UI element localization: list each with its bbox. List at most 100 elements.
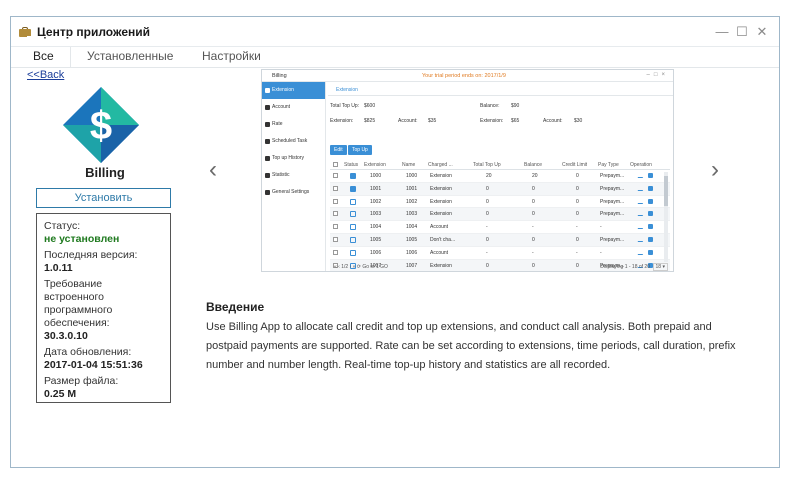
preview-cell-balance: -	[532, 224, 534, 231]
preview-sidebar-label: Scheduled Task	[272, 138, 308, 144]
preview-cell-name: 1004	[406, 224, 418, 231]
app-center-window: Центр приложений — ☐ ✕ Все Установленные…	[10, 16, 780, 468]
preview-row-checkbox	[333, 211, 338, 217]
delete-icon	[648, 211, 653, 217]
edit-icon	[637, 185, 646, 191]
app-screenshot-preview: Billing Your trial period ends on: 2017/…	[261, 69, 674, 272]
preview-account-value: $35	[428, 118, 437, 124]
preview-table-row: 1005 1005 Don't cha... 0 0 0 Prepaym...	[330, 233, 670, 247]
preview-cell-charged: Extension	[430, 185, 452, 192]
active-tab-indicator	[27, 36, 69, 37]
preview-cell-charged: Account	[430, 224, 449, 231]
briefcase-icon	[19, 26, 31, 37]
preview-sidebar-label: Account	[272, 104, 291, 110]
delete-icon	[648, 185, 653, 191]
preview-cell-extension: 1000	[370, 173, 382, 179]
preview-trial-notice: Your trial period ends on: 2017/1/9	[422, 73, 506, 79]
preview-extension-label: Extension:	[330, 118, 354, 124]
preview-scrollbar	[664, 172, 668, 262]
preview-titlebar: Billing Your trial period ends on: 2017/…	[262, 70, 673, 82]
tab-installed[interactable]: Установленные	[87, 47, 173, 65]
tab-settings[interactable]: Настройки	[202, 47, 261, 65]
app-info-panel: Статус: не установлен Последняя версия: …	[36, 213, 171, 403]
preview-cell-charged: Extension	[430, 173, 452, 179]
preview-col-balance: Balance	[524, 162, 543, 168]
preview-col-name: Name	[402, 162, 416, 168]
preview-row-checkbox	[333, 185, 338, 191]
lock-open-icon	[350, 198, 356, 205]
chart-icon	[265, 173, 270, 178]
lock-open-icon	[350, 224, 356, 231]
billing-dollar-icon: $	[63, 87, 139, 163]
preview-window-controls: –□×	[646, 72, 669, 78]
preview-table-row: 1002 1002 Extension 0 0 0 Prepaym...	[330, 196, 670, 209]
maximize-icon[interactable]: ☐	[735, 24, 749, 39]
minimize-icon[interactable]: —	[715, 24, 729, 39]
preview-header-checkbox	[333, 162, 338, 167]
back-link[interactable]: <<Back	[27, 69, 64, 81]
next-screenshot-arrow[interactable]: ›	[711, 158, 719, 182]
preview-table-footer: « ‹ 1/2 › » ⟳ Go to 1 GO Displaying 1 - …	[330, 263, 670, 271]
preview-tab-line	[328, 95, 673, 96]
preview-row-checkbox	[333, 224, 338, 230]
delete-icon	[648, 249, 653, 255]
file-size-value: 0.25 M	[44, 388, 77, 400]
update-date-label: Дата обновления:	[44, 346, 132, 358]
preview-cell-total-top-up: -	[486, 249, 488, 256]
app-name: Billing	[85, 165, 125, 180]
preview-extension-value-2: $65	[511, 118, 520, 124]
preview-col-status: Status	[344, 162, 359, 168]
preview-cell-extension: 1006	[370, 249, 382, 256]
title-bar: Центр приложений — ☐ ✕	[11, 17, 779, 47]
preview-topup-button: Top Up	[348, 145, 372, 155]
preview-cell-credit-limit: 0	[576, 211, 579, 218]
prev-screenshot-arrow[interactable]: ‹	[209, 158, 217, 182]
lock-open-icon	[350, 211, 356, 218]
preview-cell-balance: 0	[532, 211, 535, 218]
preview-table-row: 1000 1000 Extension 20 20 0 Prepaym...	[330, 170, 670, 183]
preview-cell-name: 1002	[406, 198, 418, 205]
latest-version-label: Последняя версия:	[44, 249, 138, 261]
preview-account-label: Account:	[398, 118, 418, 124]
close-icon[interactable]: ✕	[755, 24, 769, 39]
lock-closed-icon	[350, 185, 356, 192]
history-icon	[265, 156, 270, 161]
preview-col-extension: Extension	[364, 162, 386, 168]
edit-icon	[637, 211, 646, 217]
preview-sidebar-rate: Rate	[262, 116, 325, 133]
preview-cell-extension: 1005	[370, 236, 382, 243]
preview-cell-credit-limit: 0	[576, 198, 579, 205]
preview-extension-table: Status Extension Name Charged ... Total …	[330, 160, 670, 271]
preview-cell-credit-limit: -	[576, 224, 578, 231]
rate-icon	[265, 122, 270, 127]
tab-bar: Все Установленные Настройки	[11, 47, 779, 67]
preview-cell-pay-type: Prepaym...	[600, 173, 625, 179]
preview-sidebar-label: Top up History	[272, 155, 304, 161]
lock-closed-icon	[350, 173, 356, 179]
preview-cell-total-top-up: -	[486, 224, 488, 231]
tab-all[interactable]: Все	[33, 47, 54, 65]
preview-title: Billing	[272, 73, 287, 79]
preview-cell-name: 1001	[406, 185, 418, 192]
preview-cell-extension: 1004	[370, 224, 382, 231]
preview-col-credit-limit: Credit Limit	[562, 162, 588, 168]
delete-icon	[648, 198, 653, 204]
edit-icon	[637, 224, 646, 230]
tabs-divider	[11, 67, 779, 68]
preview-cell-name: 1003	[406, 211, 418, 218]
preview-table-row: 1003 1003 Extension 0 0 0 Prepaym...	[330, 208, 670, 222]
install-button[interactable]: Установить	[36, 188, 171, 208]
preview-cell-charged: Account	[430, 249, 449, 256]
preview-extension-value: $825	[364, 118, 376, 124]
tab-divider	[70, 47, 71, 68]
edit-icon	[637, 249, 646, 255]
preview-cell-extension: 1002	[370, 198, 382, 205]
preview-account-value-2: $30	[574, 118, 583, 124]
preview-sidebar-account: Account	[262, 99, 325, 116]
intro-heading: Введение	[206, 300, 265, 314]
preview-cell-balance: 20	[532, 173, 538, 179]
preview-table-header: Status Extension Name Charged ... Total …	[330, 160, 670, 170]
preview-cell-total-top-up: 0	[486, 236, 489, 243]
preview-table-row: 1006 1006 Account - - - -	[330, 247, 670, 260]
svg-text:$: $	[90, 104, 112, 148]
